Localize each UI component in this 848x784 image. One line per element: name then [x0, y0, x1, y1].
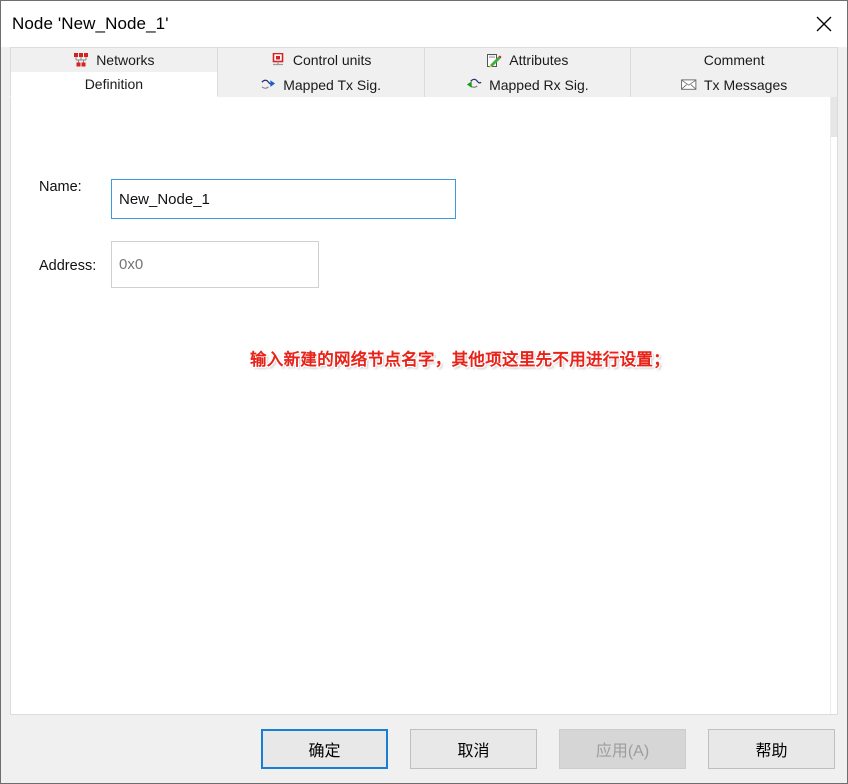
dialog-title: Node 'New_Node_1'	[12, 14, 169, 33]
cancel-button[interactable]: 取消	[410, 729, 537, 769]
address-field-row: Address:	[11, 241, 319, 288]
tab-label: Attributes	[509, 52, 569, 68]
name-label: Name:	[39, 179, 82, 195]
tab-label: Definition	[84, 76, 144, 92]
pencil-notepad-icon	[486, 52, 502, 68]
annotation-text: 输入新建的网络节点名字，其他项这里先不用进行设置；	[250, 350, 670, 369]
tab-strip: Networks Control units Attributes Commen…	[1, 47, 847, 97]
rx-signal-icon	[466, 77, 482, 93]
tab-comment[interactable]: Comment	[631, 47, 838, 72]
content-scrollbar[interactable]	[830, 97, 837, 714]
tab-row-bottom: Definition Mapped Tx Sig. Mapped Rx Sig.…	[10, 72, 838, 97]
scrollbar-thumb[interactable]	[831, 97, 837, 137]
envelope-icon	[681, 77, 697, 93]
tab-label: Control units	[292, 52, 372, 68]
tx-signal-icon	[260, 77, 276, 93]
dialog-button-bar: 确定 取消 应用(A) 帮助	[1, 715, 847, 783]
tab-definition[interactable]: Definition	[10, 72, 218, 97]
name-input[interactable]	[111, 179, 456, 219]
definition-panel: Name: Address: 输入新建的网络节点名字，其他项这里先不用进行设置；	[10, 97, 838, 715]
node-properties-dialog: Node 'New_Node_1' Networks Control units…	[0, 0, 848, 784]
tab-control-units[interactable]: Control units	[217, 47, 425, 72]
tab-label: Comment	[703, 52, 765, 68]
tab-label: Mapped Tx Sig.	[283, 76, 382, 93]
tab-label: Tx Messages	[704, 76, 788, 93]
address-label: Address:	[39, 258, 97, 274]
address-input[interactable]	[111, 241, 319, 288]
tab-networks[interactable]: Networks	[10, 47, 218, 72]
tab-tx-messages[interactable]: Tx Messages	[631, 72, 838, 97]
tab-row-top: Networks Control units Attributes Commen…	[10, 47, 838, 72]
help-button[interactable]: 帮助	[708, 729, 835, 769]
tab-attributes[interactable]: Attributes	[424, 47, 632, 72]
dialog-titlebar: Node 'New_Node_1'	[1, 1, 847, 47]
tab-mapped-tx-sig[interactable]: Mapped Tx Sig.	[217, 72, 425, 97]
name-field-row: Name:	[11, 179, 456, 219]
ok-button[interactable]: 确定	[261, 729, 388, 769]
network-topology-icon	[73, 52, 89, 68]
apply-button[interactable]: 应用(A)	[559, 729, 686, 769]
tab-label: Mapped Rx Sig.	[489, 76, 589, 93]
close-icon[interactable]	[801, 1, 847, 47]
tab-label: Networks	[96, 52, 155, 68]
tab-mapped-rx-sig[interactable]: Mapped Rx Sig.	[424, 72, 632, 97]
control-unit-icon	[270, 52, 286, 68]
